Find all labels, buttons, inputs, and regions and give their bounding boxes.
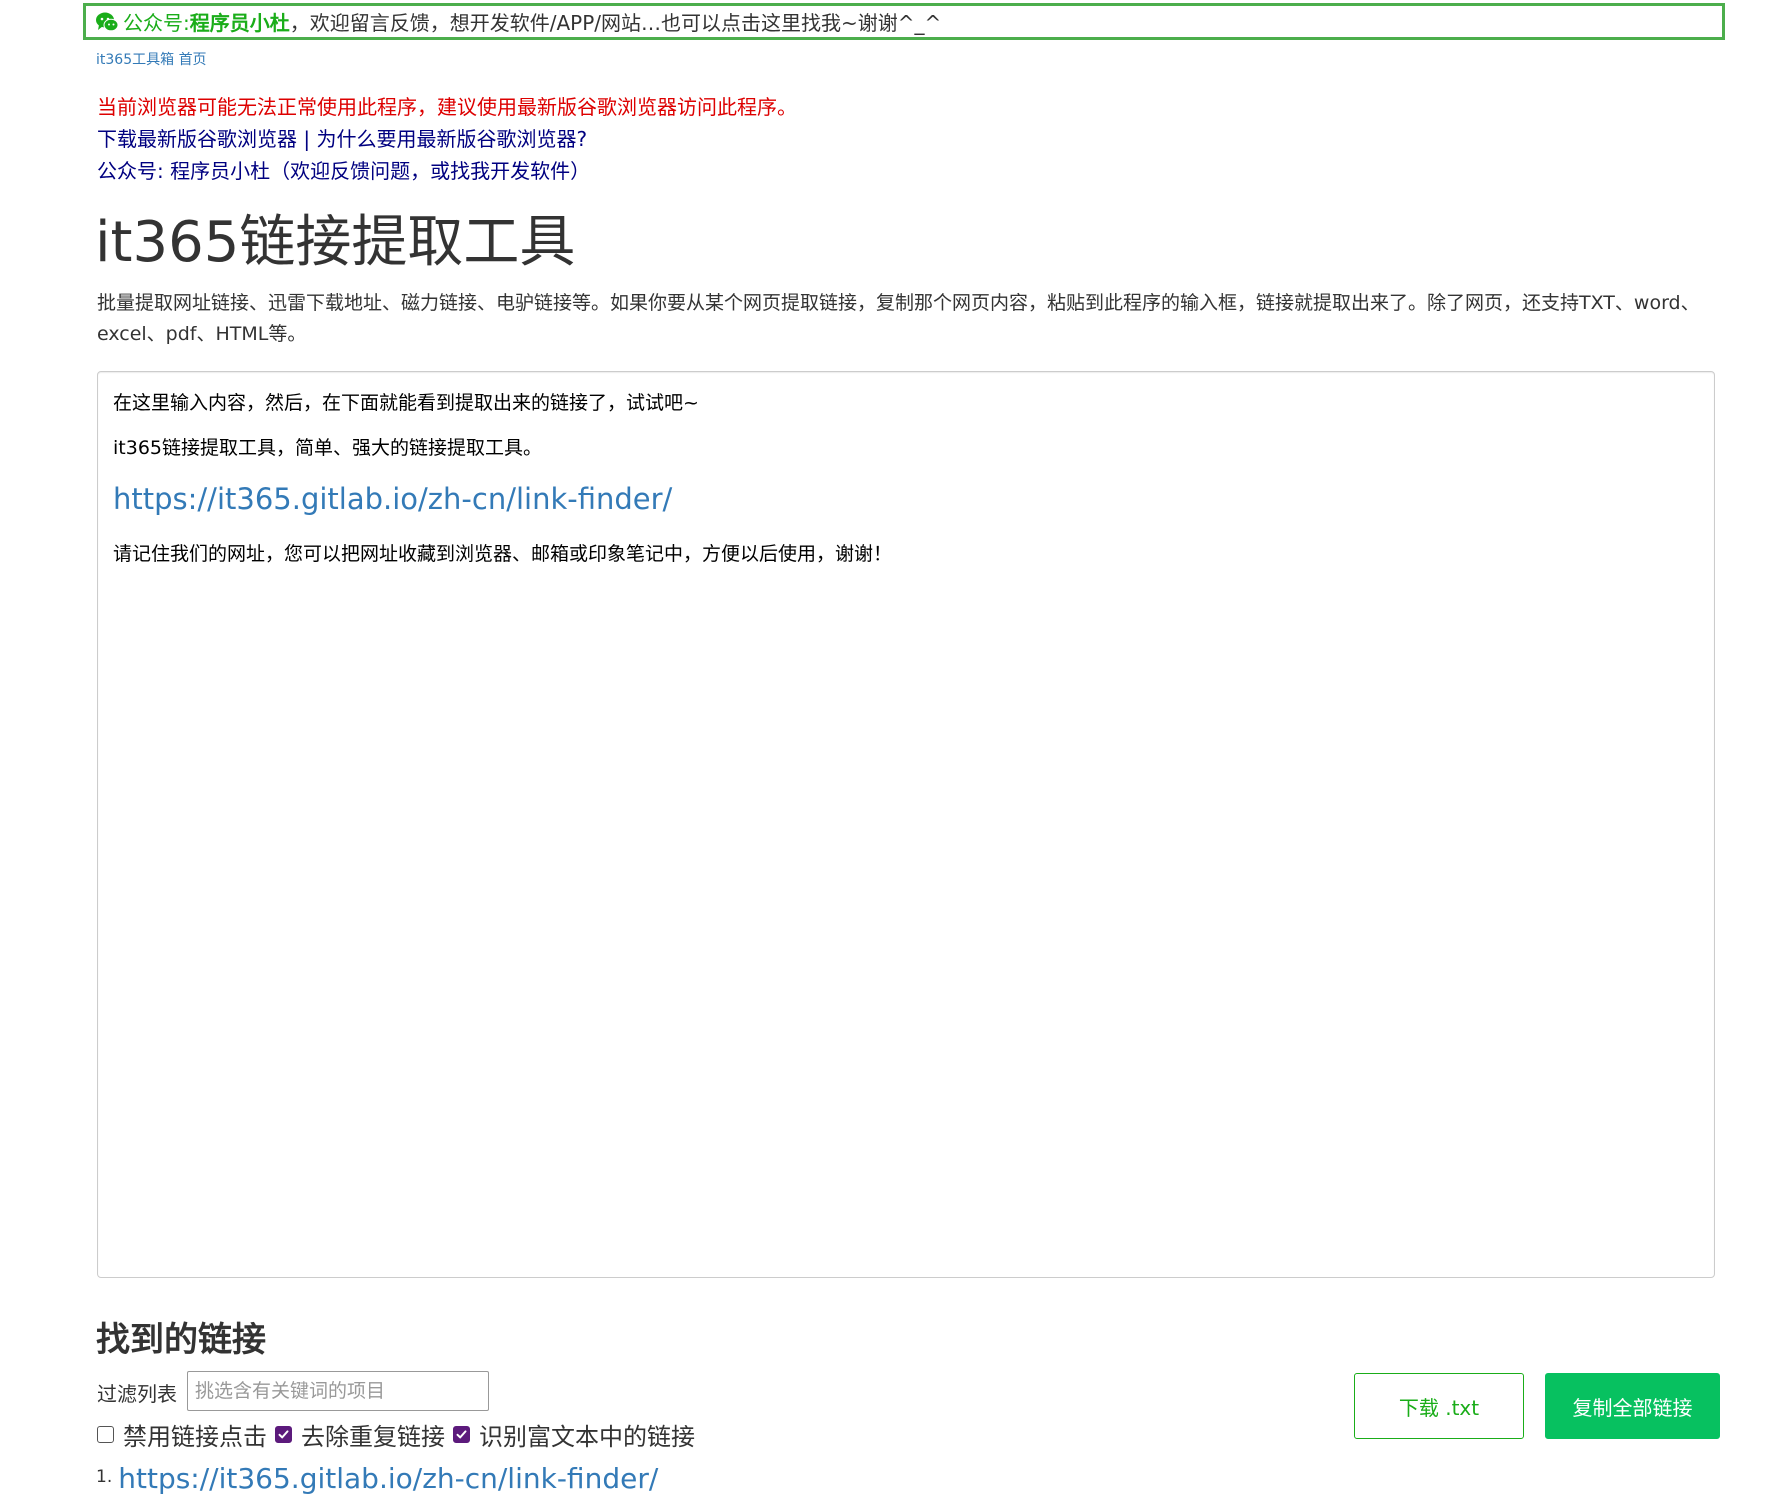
breadcrumb: it365工具箱 首页 <box>96 49 207 69</box>
link-separator: | <box>297 127 317 151</box>
breadcrumb-home-link[interactable]: it365工具箱 <box>96 52 174 68</box>
rich-text-links-option[interactable]: 识别富文本中的链接 <box>453 1417 695 1452</box>
option-label: 识别富文本中的链接 <box>479 1423 695 1451</box>
editor-line: it365链接提取工具，简单、强大的链接提取工具。 <box>113 437 542 459</box>
why-chrome-link[interactable]: 为什么要用最新版谷歌浏览器? <box>316 127 587 151</box>
option-label: 去除重复链接 <box>301 1423 445 1451</box>
result-index: 1. <box>96 1467 113 1487</box>
download-txt-button[interactable]: 下载 .txt <box>1354 1373 1524 1439</box>
options-row: 禁用链接点击 去除重复链接 识别富文本中的链接 <box>97 1417 703 1452</box>
content-editor[interactable]: 在这里输入内容，然后，在下面就能看到提取出来的链接了，试试吧~ it365链接提… <box>97 371 1715 1278</box>
copy-all-links-button[interactable]: 复制全部链接 <box>1545 1373 1720 1439</box>
option-label: 禁用链接点击 <box>123 1423 267 1451</box>
page-description: 批量提取网址链接、迅雷下载地址、磁力链接、电驴链接等。如果你要从某个网页提取链接… <box>97 292 1700 345</box>
banner-label: 公众号: <box>123 11 190 35</box>
editor-link[interactable]: https://it365.gitlab.io/zh-cn/link-finde… <box>113 482 672 516</box>
filter-input[interactable] <box>187 1371 489 1411</box>
result-link[interactable]: https://it365.gitlab.io/zh-cn/link-finde… <box>118 1462 658 1495</box>
browser-warning: 当前浏览器可能无法正常使用此程序，建议使用最新版谷歌浏览器访问此程序。 <box>97 95 797 119</box>
breadcrumb-current-link[interactable]: 首页 <box>179 52 207 68</box>
browser-links: 下载最新版谷歌浏览器 | 为什么要用最新版谷歌浏览器? <box>97 123 587 152</box>
wechat-account-link[interactable]: 公众号: 程序员小杜（欢迎反馈问题，或找我开发软件） <box>97 155 590 184</box>
download-chrome-link[interactable]: 下载最新版谷歌浏览器 <box>97 127 297 151</box>
dedupe-links-checkbox[interactable] <box>275 1426 292 1443</box>
wechat-banner[interactable]: 公众号: 程序员小杜 ，欢迎留言反馈，想开发软件/APP/网站…也可以点击这里找… <box>83 3 1725 40</box>
found-links-title: 找到的链接 <box>96 1320 266 1360</box>
editor-line: 请记住我们的网址，您可以把网址收藏到浏览器、邮箱或印象笔记中，方便以后使用，谢谢… <box>113 543 893 565</box>
wechat-icon <box>95 10 119 34</box>
rich-text-links-checkbox[interactable] <box>453 1426 470 1443</box>
editor-line: 在这里输入内容，然后，在下面就能看到提取出来的链接了，试试吧~ <box>113 392 699 414</box>
disable-link-click-checkbox[interactable] <box>97 1426 114 1443</box>
page-title: it365链接提取工具 <box>95 210 576 275</box>
result-list: 1. https://it365.gitlab.io/zh-cn/link-fi… <box>96 1462 658 1495</box>
disable-link-click-option[interactable]: 禁用链接点击 <box>97 1417 267 1452</box>
checkmark-icon <box>456 1430 467 1439</box>
filter-label: 过滤列表 <box>97 1382 177 1406</box>
checkmark-icon <box>278 1430 289 1439</box>
list-item: 1. https://it365.gitlab.io/zh-cn/link-fi… <box>96 1462 658 1495</box>
dedupe-links-option[interactable]: 去除重复链接 <box>275 1417 445 1452</box>
banner-message: ，欢迎留言反馈，想开发软件/APP/网站…也可以点击这里找我~谢谢^_^ <box>289 11 942 35</box>
banner-account-name: 程序员小杜 <box>189 11 290 35</box>
